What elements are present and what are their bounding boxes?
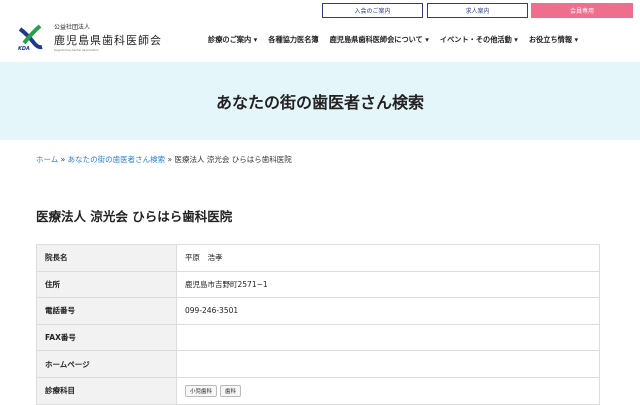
table-row: 診療科目 小児歯科 歯科 — [36, 376, 600, 405]
svg-text:KDA: KDA — [18, 46, 30, 51]
top-button-membership[interactable]: 入会のご案内 — [322, 3, 423, 18]
row-value — [176, 323, 600, 352]
clinic-details-table: 院長名 平原 浩孝 住所 鹿児島市吉野町2571−1 電話番号 099-246-350… — [36, 244, 600, 405]
table-row: 院長名 平原 浩孝 — [36, 244, 600, 272]
main-nav: 診療のご案内 ▾ 各種協力医名簿 鹿児島県歯科医師会について ▾ イベント・その… — [208, 35, 578, 45]
logo-english: Kagoshima dental association — [54, 48, 99, 52]
table-row: 住所 鹿児島市吉野町2571−1 — [36, 270, 600, 299]
page-title: あなたの街の歯医者さん検索 — [215, 93, 424, 112]
row-label: 院長名 — [36, 244, 177, 272]
breadcrumb-home[interactable]: ホーム — [36, 155, 58, 164]
breadcrumb-current: 医療法人 涼光会 ひらはら歯科医院 — [174, 155, 292, 164]
row-label: ホームページ — [36, 350, 177, 378]
logo-org-type: 公益社団法人 — [54, 24, 91, 31]
nav-item-info[interactable]: お役立ち情報 ▾ — [529, 35, 578, 45]
specialty-tag: 歯科 — [220, 384, 242, 397]
row-value — [176, 350, 600, 378]
table-row: 電話番号 099-246-3501 — [36, 297, 600, 325]
nav-item-cooperating-doctors[interactable]: 各種協力医名簿 — [268, 35, 318, 45]
top-button-members-only[interactable]: 会員専用 — [531, 3, 633, 18]
row-label: 住所 — [36, 270, 177, 299]
breadcrumb-sep: » — [165, 155, 175, 164]
row-value: 鹿児島市吉野町2571−1 — [176, 270, 600, 299]
row-value: 099-246-3501 — [176, 297, 600, 325]
breadcrumb-search[interactable]: あなたの街の歯医者さん検索 — [68, 155, 166, 164]
site-logo[interactable]: KDA 公益社団法人 鹿児島県歯科医師会 Kagoshima dental as… — [16, 22, 162, 52]
top-button-jobs[interactable]: 求人案内 — [427, 3, 528, 18]
clinic-name-heading: 医療法人 涼光会 ひらはら歯科医院 — [36, 209, 233, 224]
breadcrumb-sep: » — [58, 155, 68, 164]
breadcrumb: ホーム » あなたの街の歯医者さん検索 » 医療法人 涼光会 ひらはら歯科医院 — [36, 154, 292, 165]
nav-item-events[interactable]: イベント・その他活動 ▾ — [440, 35, 518, 45]
table-row: FAX番号 — [36, 323, 600, 352]
nav-item-treatment[interactable]: 診療のご案内 ▾ — [208, 35, 257, 45]
table-row: ホームページ — [36, 350, 600, 378]
kda-logo-icon: KDA — [18, 24, 43, 51]
row-value: 小児歯科 歯科 — [176, 376, 600, 405]
logo-name: 鹿児島県歯科医師会 — [54, 34, 162, 47]
specialty-tag: 小児歯科 — [185, 384, 218, 397]
row-value: 平原 浩孝 — [176, 244, 600, 272]
page-title-band: あなたの街の歯医者さん検索 — [0, 62, 640, 140]
nav-item-about[interactable]: 鹿児島県歯科医師会について ▾ — [330, 35, 429, 45]
row-label: 診療科目 — [36, 376, 177, 405]
row-label: 電話番号 — [36, 297, 177, 325]
row-label: FAX番号 — [36, 323, 177, 352]
